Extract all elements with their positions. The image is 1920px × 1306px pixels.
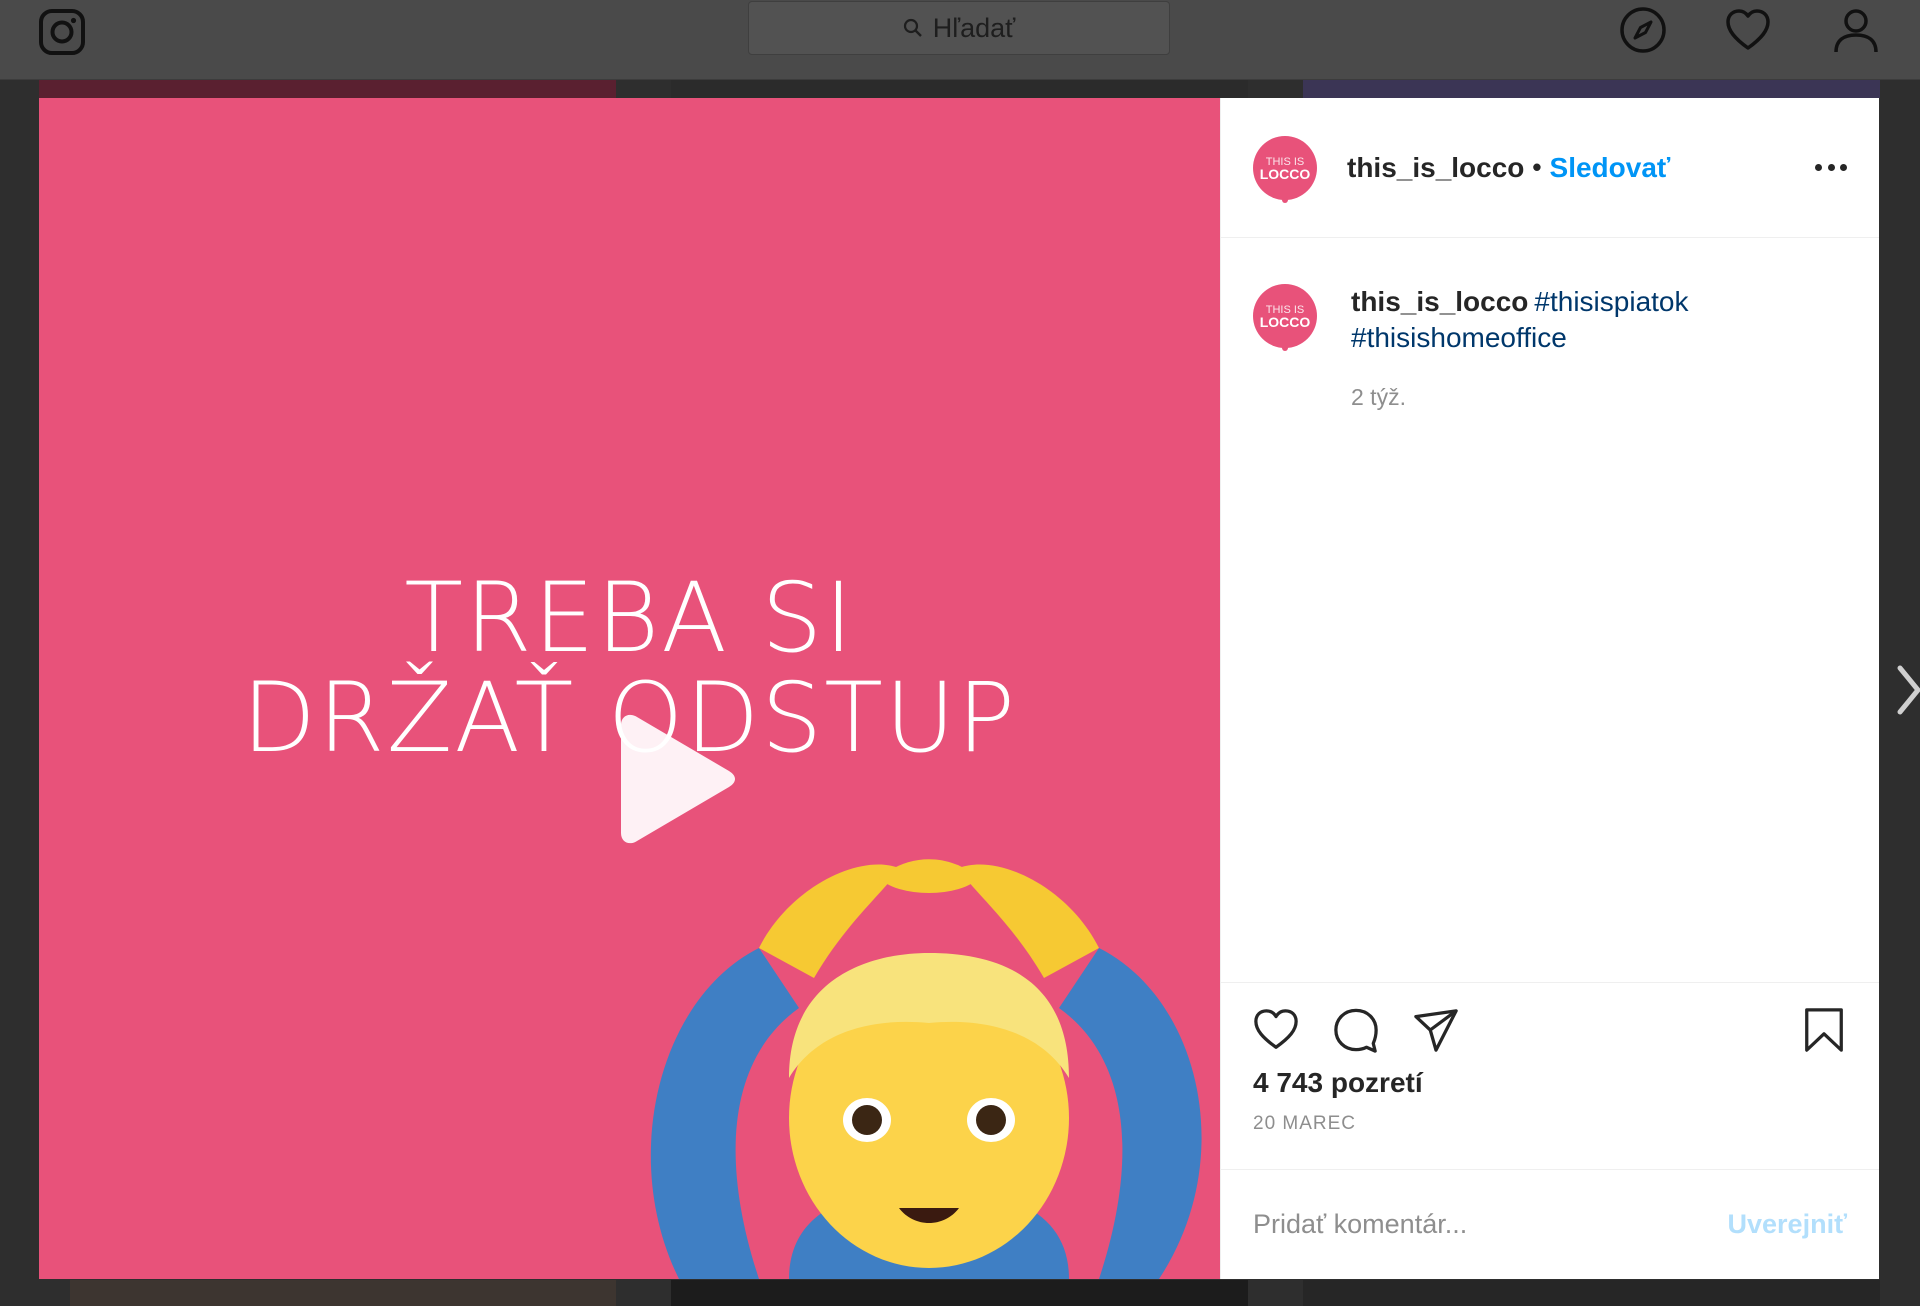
grid-tile <box>70 1280 616 1306</box>
post-actions: 4 743 pozretí 20 MAREC <box>1221 982 1879 1169</box>
more-options-icon[interactable] <box>1815 163 1847 172</box>
caption-section: THIS IS LOCCO this_is_locco #thisispiatok… <box>1221 238 1879 982</box>
like-heart-icon[interactable] <box>1253 1007 1299 1053</box>
top-navigation-bar: Hľadať <box>0 0 1920 80</box>
person-gesturing-ok-emoji <box>650 859 1202 1279</box>
avatar-text: LOCCO <box>1259 314 1311 330</box>
avatar-text: THIS IS <box>1265 304 1305 316</box>
header-username-link[interactable]: this_is_locco <box>1347 152 1524 184</box>
grid-tile <box>1303 80 1880 98</box>
add-comment-bar: Uverejniť <box>1221 1169 1879 1279</box>
hashtag-link[interactable]: #thisispiatok <box>1534 286 1688 317</box>
comment-input[interactable] <box>1253 1209 1728 1240</box>
avatar[interactable]: THIS IS LOCCO <box>1253 284 1317 351</box>
share-icon[interactable] <box>1413 1007 1459 1053</box>
bookmark-icon[interactable] <box>1801 1007 1847 1053</box>
grid-tile <box>1303 1280 1880 1306</box>
post-header: THIS IS LOCCO this_is_locco • Sledovať <box>1221 98 1879 238</box>
caption-body: this_is_locco #thisispiatok #thisishomeof… <box>1351 284 1689 982</box>
instagram-logo-icon[interactable] <box>38 8 86 56</box>
caption-timestamp: 2 týž. <box>1351 384 1406 410</box>
avatar[interactable]: THIS IS LOCCO <box>1253 135 1317 203</box>
action-icons-row <box>1253 1005 1847 1055</box>
video-text-line: TREBA SI <box>404 562 855 674</box>
caption-text: this_is_locco #thisispiatok #thisishomeof… <box>1351 284 1689 356</box>
grid-tile <box>671 1280 1248 1306</box>
search-input[interactable]: Hľadať <box>748 1 1170 55</box>
compass-icon[interactable] <box>1619 6 1667 54</box>
avatar-text: LOCCO <box>1259 165 1311 182</box>
comment-icon[interactable] <box>1333 1007 1379 1053</box>
view-count[interactable]: 4 743 pozretí <box>1253 1067 1847 1099</box>
search-icon <box>903 18 922 37</box>
follow-button[interactable]: Sledovať <box>1550 152 1671 184</box>
post-video[interactable]: TREBA SI DRŽAŤ ODSTUP <box>39 98 1220 1279</box>
profile-icon[interactable] <box>1832 6 1880 54</box>
post-modal: TREBA SI DRŽAŤ ODSTUP THIS IS LOCCO this… <box>39 98 1879 1279</box>
hashtag-link[interactable]: #thisishomeoffice <box>1351 322 1567 353</box>
grid-tile <box>671 80 1248 98</box>
play-icon[interactable] <box>611 713 737 845</box>
post-comment-button[interactable]: Uverejniť <box>1728 1209 1847 1240</box>
next-post-arrow-icon[interactable] <box>1896 664 1920 716</box>
post-sidebar: THIS IS LOCCO this_is_locco • Sledovať T… <box>1220 98 1879 1279</box>
grid-tile <box>39 80 616 98</box>
avatar-text: THIS IS <box>1265 155 1305 168</box>
search-placeholder: Hľadať <box>932 12 1016 43</box>
separator-dot: • <box>1532 152 1542 182</box>
post-date[interactable]: 20 MAREC <box>1253 1113 1847 1135</box>
heart-icon[interactable] <box>1724 6 1772 54</box>
caption-username-link[interactable]: this_is_locco <box>1351 286 1528 317</box>
